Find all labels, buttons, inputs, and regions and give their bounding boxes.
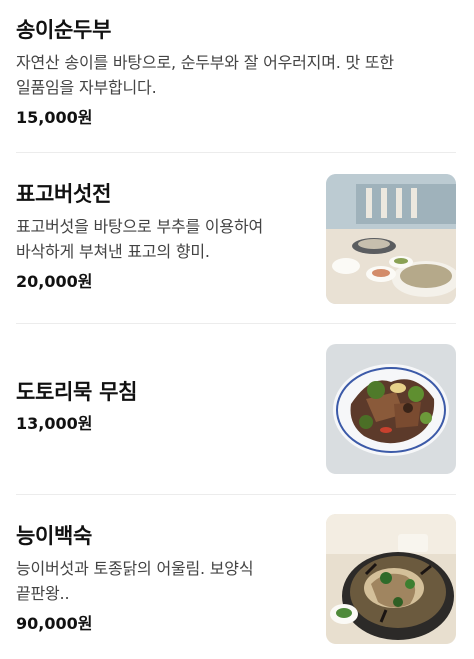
menu-item-name: 능이백숙 <box>16 524 93 548</box>
menu-item-name: 표고버섯전 <box>16 182 112 206</box>
menu-item-photo-acorn-jelly <box>326 344 456 474</box>
menu-item-price: 20,000원 <box>16 272 93 291</box>
menu-item-desc: 자연산 송이를 바탕으로, 순두부와 잘 어우러지며. 맛 또한 <box>16 53 394 72</box>
divider <box>16 494 456 495</box>
menu-item-price: 90,000원 <box>16 614 93 633</box>
divider <box>16 323 456 324</box>
menu-item-desc: 바삭하게 부쳐낸 표고의 향미. <box>16 242 210 261</box>
menu-item-price: 13,000원 <box>16 414 93 433</box>
menu-item-name: 송이순두부 <box>16 18 112 42</box>
menu-list: 송이순두부 자연산 송이를 바탕으로, 순두부와 잘 어우러지며. 맛 또한 일… <box>0 0 474 659</box>
menu-item-photo-pancake <box>326 174 456 304</box>
menu-item-neungi-baeksuk[interactable]: 능이백숙 능이버섯과 토종닭의 어울림. 보양식 끝판왕.. 90,000원 <box>16 514 456 644</box>
menu-item-photo-chicken-stew <box>326 514 456 644</box>
menu-item-price: 15,000원 <box>16 108 93 127</box>
menu-item-dotorimuk-muchim[interactable]: 도토리묵 무침 13,000원 <box>16 344 456 474</box>
divider <box>16 152 456 153</box>
menu-item-desc: 일품임을 자부합니다. <box>16 78 157 97</box>
menu-item-pyogo-jeon[interactable]: 표고버섯전 표고버섯을 바탕으로 부추를 이용하여 바삭하게 부쳐낸 표고의 향… <box>16 172 456 304</box>
menu-item-songi-sundubu[interactable]: 송이순두부 자연산 송이를 바탕으로, 순두부와 잘 어우러지며. 맛 또한 일… <box>16 16 456 130</box>
menu-item-desc: 표고버섯을 바탕으로 부추를 이용하여 <box>16 217 263 236</box>
menu-item-name: 도토리묵 무침 <box>16 380 138 404</box>
menu-item-desc: 끝판왕.. <box>16 584 70 603</box>
menu-item-desc: 능이버섯과 토종닭의 어울림. 보양식 <box>16 559 254 578</box>
